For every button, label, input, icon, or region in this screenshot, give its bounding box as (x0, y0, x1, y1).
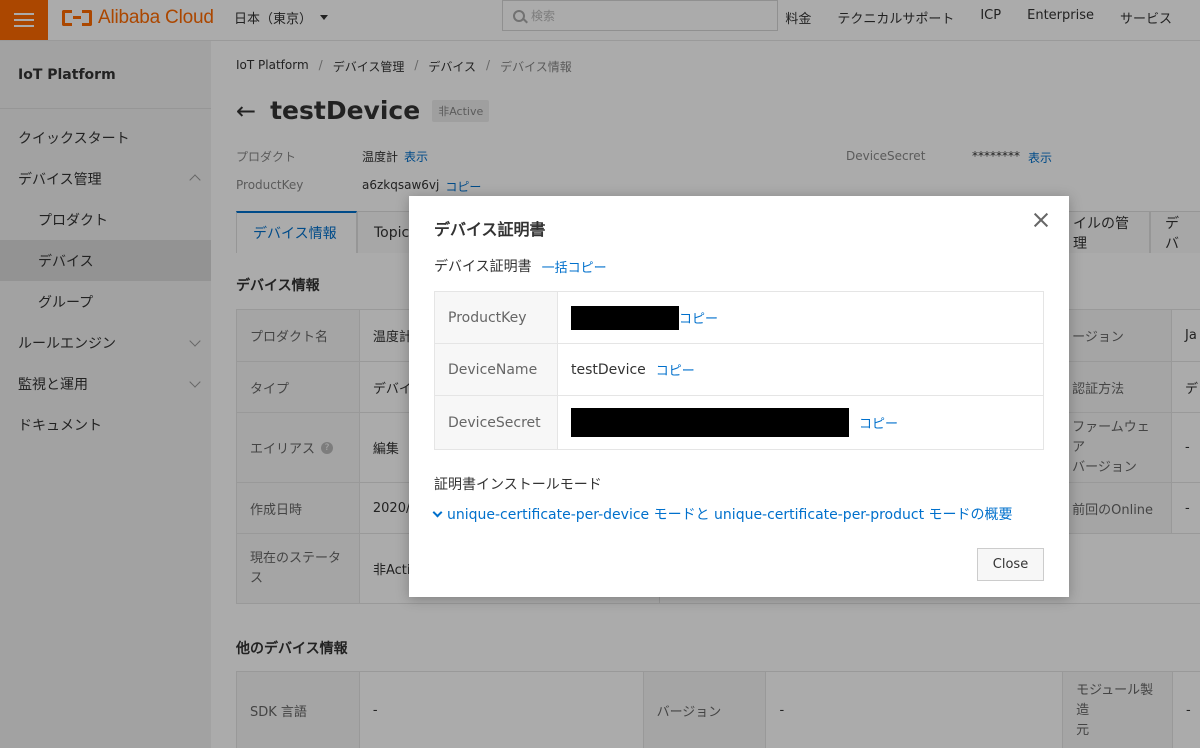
device-certificate-dialog: デバイス証明書 デバイス証明書 一括コピー ProductKey コピー Dev… (409, 196, 1069, 597)
certificate-label: デバイス証明書 (434, 259, 532, 275)
table-row: DeviceSecret コピー (435, 396, 1044, 450)
devicename-value: testDevice (571, 361, 646, 378)
chevron-down-icon (432, 507, 443, 517)
copy-all-link[interactable]: 一括コピー (542, 257, 607, 276)
dialog-title: デバイス証明書 (434, 220, 546, 239)
install-mode-link-text: unique-certificate-per-device モードと uniqu… (447, 507, 1013, 523)
certificate-header: デバイス証明書 一括コピー (434, 256, 607, 276)
install-mode-link[interactable]: unique-certificate-per-device モードと uniqu… (432, 504, 1013, 524)
devicesecret-copy-link[interactable]: コピー (859, 413, 898, 432)
redacted-productkey (571, 305, 679, 330)
install-mode-label: 証明書インストールモード (434, 477, 602, 493)
cert-value: testDevice コピー (558, 344, 1044, 395)
close-icon[interactable] (1029, 208, 1053, 232)
productkey-copy-link[interactable]: コピー (679, 308, 718, 327)
cert-key: ProductKey (435, 292, 558, 343)
cert-value: コピー (558, 396, 1044, 449)
cert-key: DeviceName (435, 344, 558, 395)
redacted-devicesecret (571, 408, 849, 437)
table-row: ProductKey コピー (435, 292, 1044, 344)
close-button[interactable]: Close (977, 548, 1044, 581)
cert-value: コピー (558, 292, 1044, 343)
cert-key: DeviceSecret (435, 396, 558, 449)
certificate-table: ProductKey コピー DeviceName testDevice コピー… (434, 291, 1044, 450)
devicename-copy-link[interactable]: コピー (656, 360, 695, 379)
table-row: DeviceName testDevice コピー (435, 344, 1044, 396)
